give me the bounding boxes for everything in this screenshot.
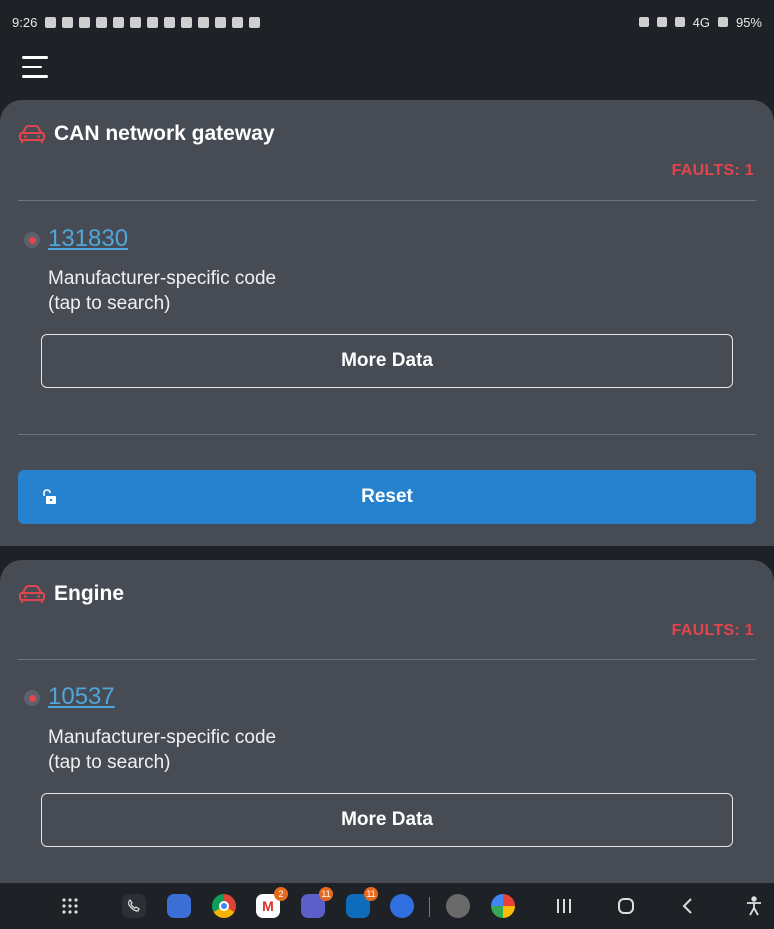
- network-type: 4G: [692, 14, 710, 30]
- module-header: CAN network gateway: [18, 122, 275, 146]
- phone-app-icon[interactable]: [121, 893, 147, 919]
- gmail-app-icon[interactable]: M 2: [255, 887, 288, 919]
- divider: [18, 434, 756, 435]
- outlook-badge: 11: [364, 887, 378, 901]
- home-icon[interactable]: [613, 893, 639, 919]
- notification-icon: [147, 16, 159, 28]
- alarm-icon: [638, 17, 649, 27]
- status-bar: 9:26 4G 95%: [0, 0, 774, 44]
- notification-icon: [62, 16, 74, 28]
- bluetooth-icon: [656, 17, 667, 27]
- fault-code-link[interactable]: 131830: [48, 225, 128, 253]
- reset-label: Reset: [361, 486, 413, 507]
- back-icon[interactable]: [675, 893, 701, 919]
- notification-icon: [96, 16, 108, 28]
- outlook-app-icon[interactable]: 11: [345, 887, 378, 919]
- notification-icon: [79, 16, 91, 28]
- module-header: Engine: [18, 582, 124, 606]
- dock-separator: [429, 897, 430, 917]
- car-icon: [19, 585, 45, 603]
- notification-icon: [164, 16, 176, 28]
- more-data-button[interactable]: More Data: [41, 793, 733, 847]
- divider: [18, 659, 756, 660]
- hamburger-menu-icon[interactable]: [22, 56, 48, 78]
- notification-icons: [45, 16, 261, 28]
- unlock-icon: [43, 489, 56, 504]
- fault-description: Manufacturer-specific code: [48, 727, 277, 748]
- notification-icon: [181, 16, 193, 28]
- status-time: 9:26: [12, 14, 38, 30]
- teams-badge: 11: [319, 887, 333, 901]
- app-bar: [0, 44, 774, 96]
- fault-indicator-icon: [24, 690, 40, 706]
- fault-description: Manufacturer-specific code: [48, 268, 277, 289]
- recents-icon[interactable]: [551, 893, 577, 919]
- navigation-bar: M 2 11 11: [0, 883, 774, 929]
- system-status: 4G 95%: [638, 14, 762, 30]
- notification-icon: [249, 16, 261, 28]
- notification-icon: [130, 16, 142, 28]
- faults-count: FAULTS: 1: [671, 622, 754, 639]
- notification-icon: [198, 16, 210, 28]
- module-title: Engine: [54, 582, 125, 605]
- recent-app-icon[interactable]: [445, 893, 471, 919]
- accessibility-icon[interactable]: [741, 893, 767, 919]
- fault-description-hint: (tap to search): [48, 752, 171, 773]
- bixby-app-icon[interactable]: [166, 893, 192, 919]
- fault-code-link[interactable]: 10537: [48, 683, 115, 711]
- notification-icon: [215, 16, 227, 28]
- location-icon: [674, 17, 685, 27]
- module-title: CAN network gateway: [54, 122, 275, 145]
- teams-app-icon[interactable]: 11: [300, 887, 333, 919]
- gmail-badge: 2: [274, 887, 288, 901]
- more-data-button[interactable]: More Data: [41, 334, 733, 388]
- module-card: CAN network gateway FAULTS: 1 131830 Man…: [0, 100, 774, 546]
- app-drawer-icon[interactable]: [57, 893, 83, 919]
- faults-count: FAULTS: 1: [671, 162, 754, 179]
- notification-icon: [232, 16, 244, 28]
- messages-app-icon[interactable]: [389, 893, 415, 919]
- notification-icon: [45, 16, 57, 28]
- car-icon: [19, 125, 45, 143]
- reset-button[interactable]: Reset: [18, 470, 756, 524]
- fault-indicator-icon: [24, 232, 40, 248]
- signal-icon: [717, 17, 728, 27]
- chrome-app-icon[interactable]: [211, 893, 237, 919]
- photos-app-icon[interactable]: [490, 893, 516, 919]
- module-card: Engine FAULTS: 1 10537 Manufacturer-spec…: [0, 560, 774, 883]
- divider: [18, 200, 756, 201]
- notification-icon: [113, 16, 125, 28]
- battery-level: 95%: [735, 14, 762, 30]
- fault-description-hint: (tap to search): [48, 293, 171, 314]
